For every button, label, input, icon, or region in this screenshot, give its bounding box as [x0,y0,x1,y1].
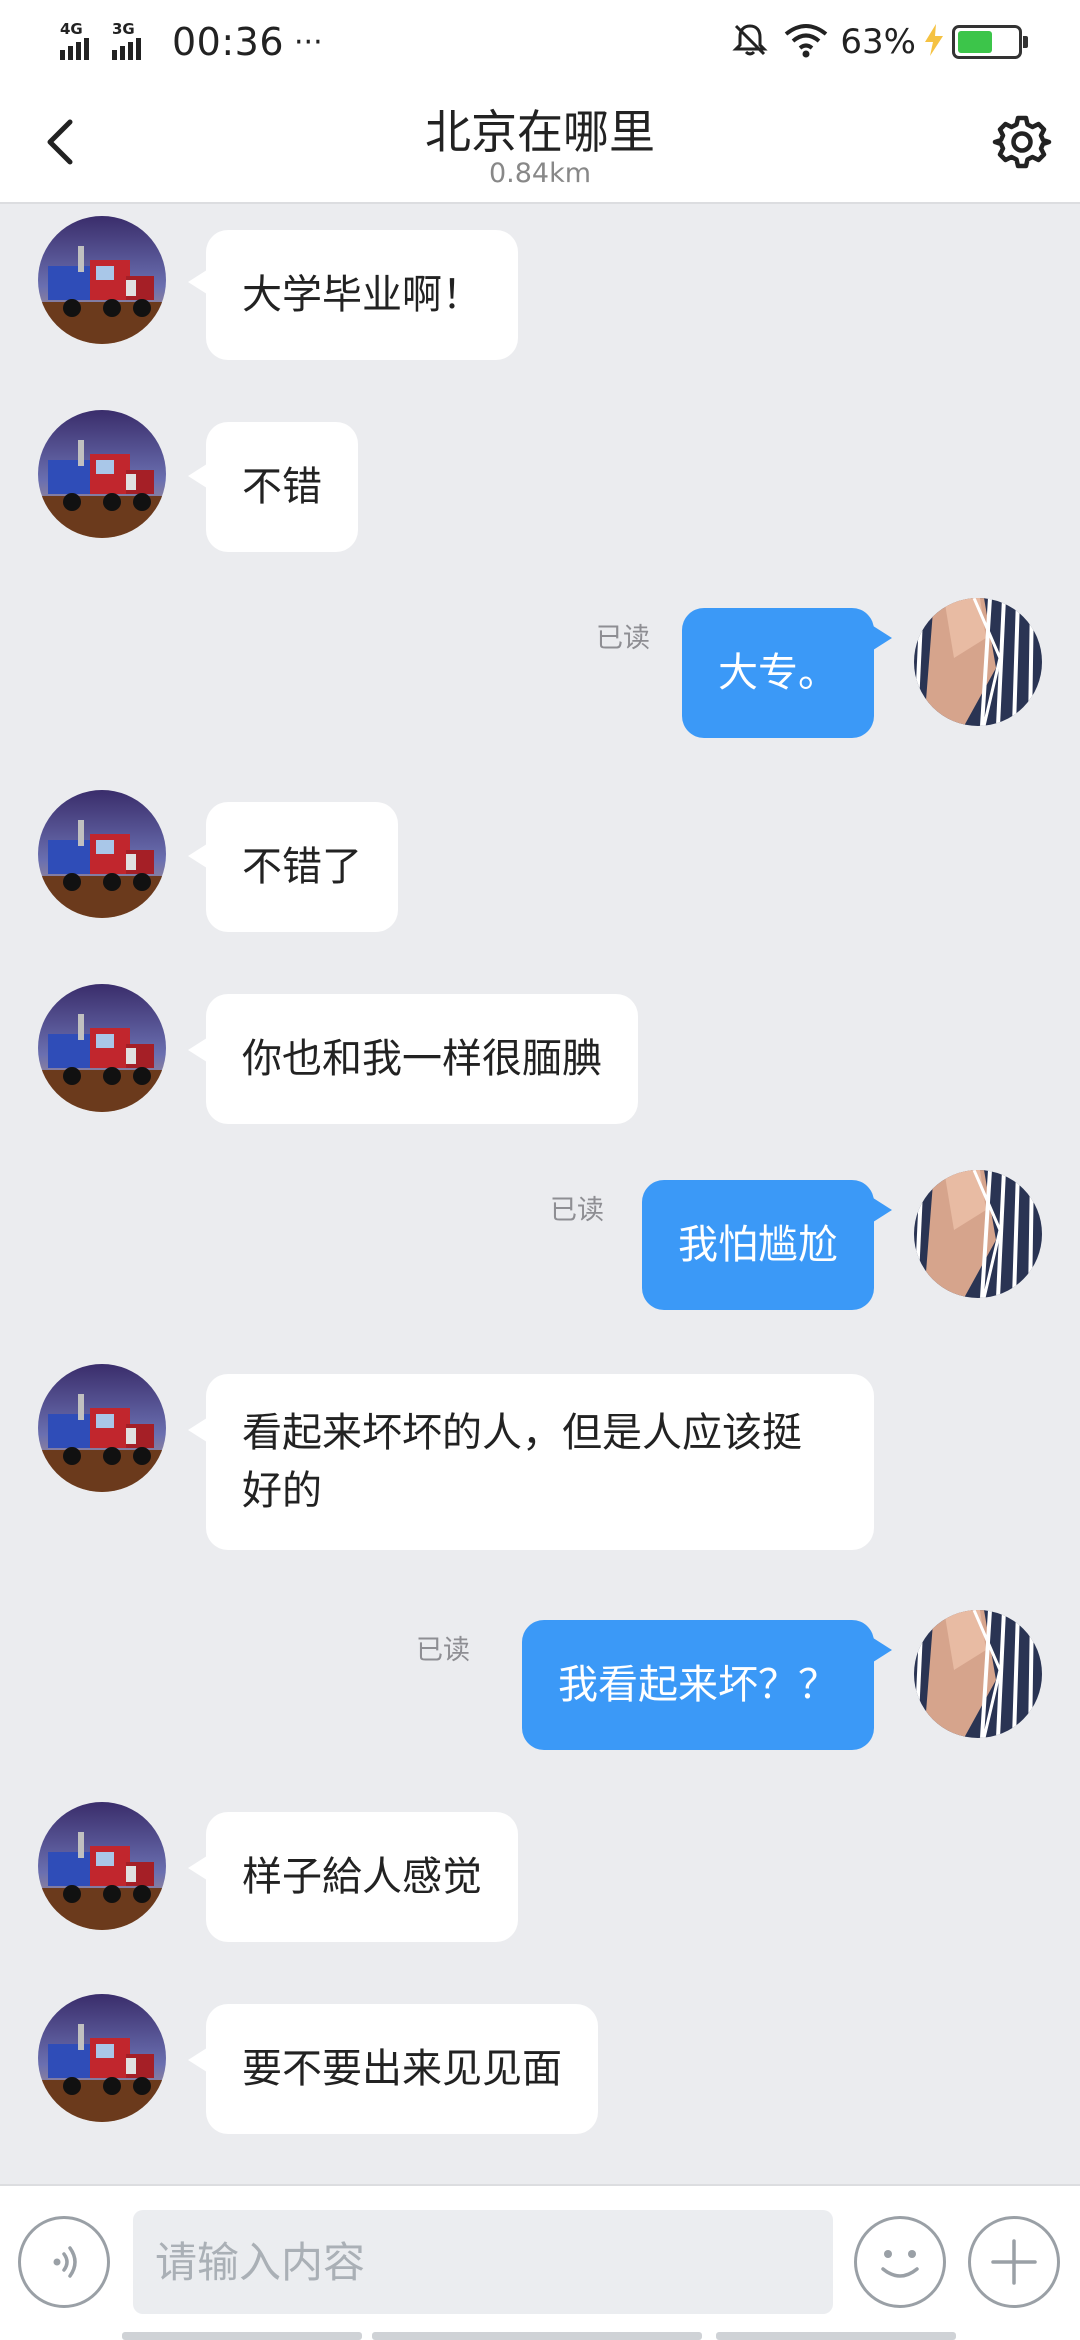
my-avatar[interactable] [914,598,1042,726]
gear-icon [992,115,1052,169]
message-list[interactable]: 大学毕业啊！ 不错 大专。 已读 不错了 你也和我一样很腼腆 我怕尴尬 已读 看… [0,204,1080,2184]
contact-avatar[interactable] [38,790,166,918]
voice-icon [53,2246,77,2278]
distance-subtitle: 0.84km [488,158,592,189]
signal-icon: 3G [112,20,158,62]
read-status: 已读 [416,1635,470,1666]
message-bubble[interactable]: 不错 [206,422,358,552]
settings-button[interactable] [988,108,1056,176]
message-input-bar [0,2184,1080,2340]
wifi-icon [784,22,828,62]
voice-button[interactable] [18,2216,110,2308]
status-left: 4G 3G 00:36 ··· [60,14,323,70]
chat-header: 北京在哪里 0.84km [0,82,1080,204]
battery-icon [952,25,1028,59]
my-avatar[interactable] [914,1170,1042,1298]
charging-bolt-icon [922,23,946,61]
emoji-icon [881,2250,919,2278]
chat-screen: 4G 3G 00:36 ··· 63% 北京在哪里 0.84km 大学毕业啊！ … [0,0,1080,2340]
keyboard-hint-strip [0,2330,1080,2340]
emoji-button[interactable] [854,2216,946,2308]
message-bubble[interactable]: 我怕尴尬 [642,1180,874,1310]
signal-icon: 4G [60,20,106,62]
read-status: 已读 [596,623,650,654]
message-bubble[interactable]: 大学毕业啊！ [206,230,518,360]
contact-avatar[interactable] [38,984,166,1112]
read-status: 已读 [550,1195,604,1226]
contact-avatar[interactable] [38,410,166,538]
page-title: 北京在哪里 [425,105,655,159]
status-time: 00:36 [172,20,285,64]
message-bubble[interactable]: 要不要出来见见面 [206,2004,598,2134]
status-bar: 4G 3G 00:36 ··· 63% [0,0,1080,82]
my-avatar[interactable] [914,1610,1042,1738]
message-bubble[interactable]: 样子給人感觉 [206,1812,518,1942]
status-right: 63% [730,14,1028,70]
more-notifications-indicator: ··· [294,24,323,60]
contact-avatar[interactable] [38,1994,166,2122]
network-type-label: 3G [112,20,135,38]
network-type-label: 4G [60,20,83,38]
contact-avatar[interactable] [38,1364,166,1492]
mute-bell-icon [730,20,770,64]
contact-avatar[interactable] [38,1802,166,1930]
battery-percent: 63% [840,22,916,62]
more-actions-button[interactable] [968,2216,1060,2308]
battery-level-fill [958,31,993,53]
contact-avatar[interactable] [38,216,166,344]
message-bubble[interactable]: 不错了 [206,802,398,932]
message-bubble[interactable]: 你也和我一样很腼腆 [206,994,638,1124]
message-bubble[interactable]: 大专。 [682,608,874,738]
plus-icon [991,2239,1037,2285]
message-bubble[interactable]: 我看起来坏？？ [522,1620,874,1750]
message-bubble[interactable]: 看起来坏坏的人，但是人应该挺好的 [206,1374,874,1550]
message-input[interactable] [133,2210,833,2314]
